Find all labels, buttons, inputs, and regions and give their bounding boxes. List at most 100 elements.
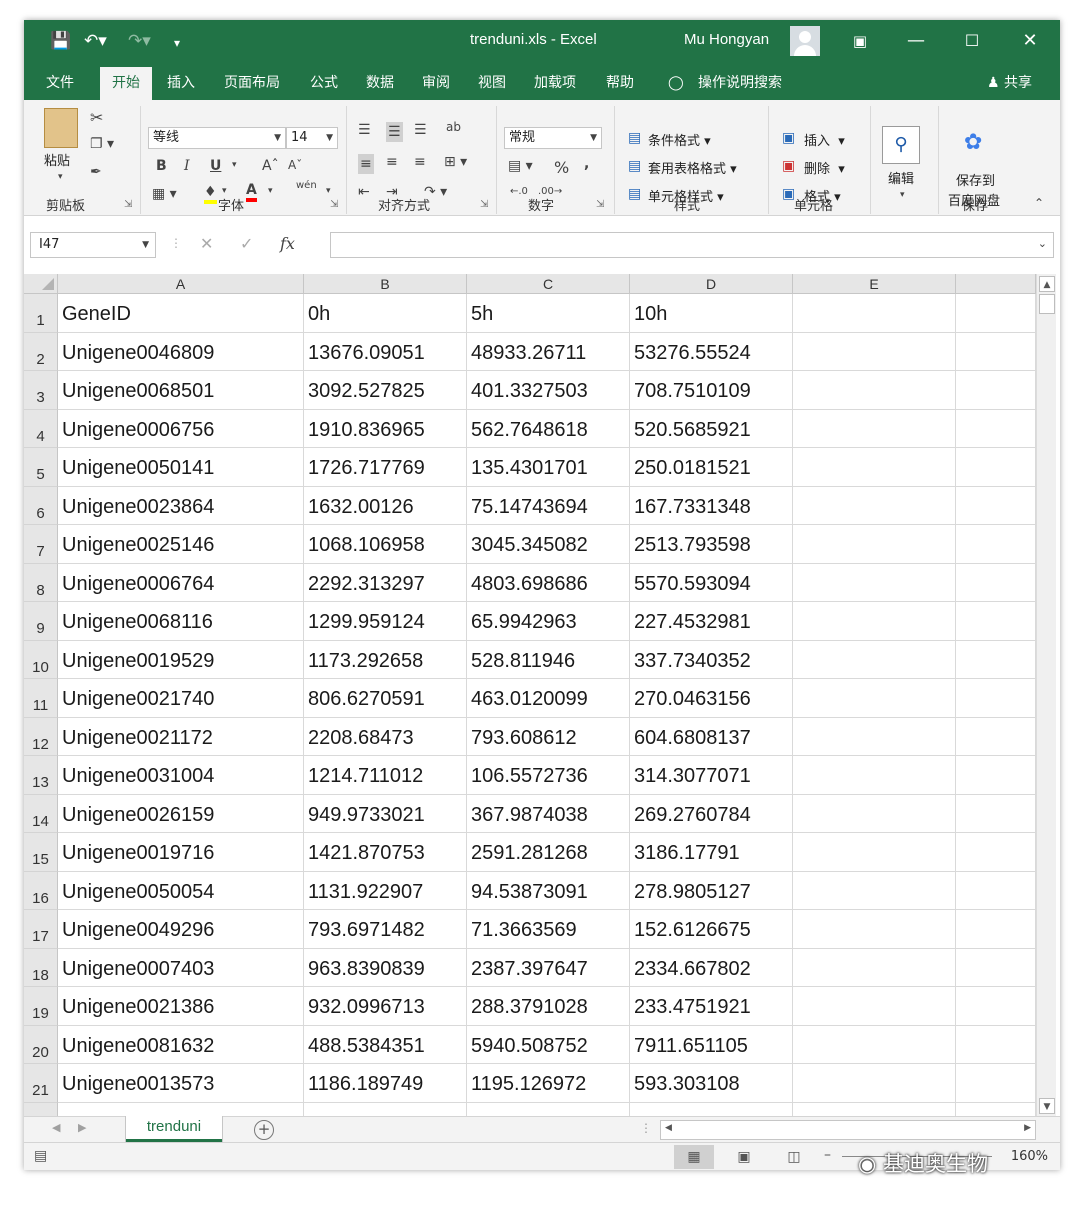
cell-d[interactable]: 2334.667802 (630, 948, 793, 987)
formula-input[interactable]: ⌄ (330, 232, 1054, 258)
cut-icon[interactable]: ✂ (90, 108, 103, 127)
cell-f[interactable] (956, 409, 1036, 448)
number-launcher-icon[interactable]: ⇲ (596, 199, 604, 210)
cell-a[interactable]: Unigene0021386 (58, 987, 304, 1026)
page-layout-view-icon[interactable]: ▣ (724, 1145, 764, 1169)
user-name[interactable]: Mu Hongyan (684, 31, 769, 48)
scroll-thumb[interactable] (1039, 294, 1055, 314)
cell-e[interactable] (793, 486, 956, 525)
cell-e[interactable] (793, 294, 956, 333)
save-to-label[interactable]: 保存到 (956, 170, 995, 189)
row-header[interactable]: 19 (24, 987, 58, 1026)
cell-b[interactable]: 1186.189749 (304, 1064, 467, 1103)
row-header[interactable]: 10 (24, 640, 58, 679)
underline-button[interactable]: U (210, 158, 221, 174)
zoom-out-icon[interactable]: – (824, 1147, 831, 1163)
insert-function-button[interactable]: fx (280, 234, 295, 253)
tab-page-layout[interactable]: 页面布局 (224, 72, 280, 92)
cell-f[interactable] (956, 987, 1036, 1026)
delete-cells-button[interactable]: 删除 ▾ (804, 158, 845, 177)
cell-e[interactable] (793, 640, 956, 679)
cell-e[interactable] (793, 794, 956, 833)
row-header[interactable]: 17 (24, 910, 58, 949)
cell-d[interactable]: 337.7340352 (630, 640, 793, 679)
column-header-e[interactable]: E (793, 274, 956, 294)
cell-b[interactable]: 1726.717769 (304, 448, 467, 487)
cell-d[interactable]: 520.5685921 (630, 409, 793, 448)
cell-a[interactable]: Unigene0026159 (58, 794, 304, 833)
add-sheet-icon[interactable]: + (254, 1120, 274, 1140)
cell-b[interactable]: 1910.836965 (304, 409, 467, 448)
cell-c[interactable]: 288.3791028 (467, 987, 630, 1026)
cell-e[interactable] (793, 679, 956, 718)
cell-d[interactable]: 53276.55524 (630, 332, 793, 371)
cell-a[interactable]: Unigene0007403 (58, 948, 304, 987)
cell-b[interactable]: 1068.106958 (304, 525, 467, 564)
align-top-icon[interactable]: ☰ (358, 122, 371, 138)
cell-f[interactable] (956, 332, 1036, 371)
increase-decimal-icon[interactable]: ←.0 (510, 186, 528, 197)
row-header[interactable]: 22 (24, 1102, 58, 1116)
merge-center-icon[interactable]: ⊞ ▾ (444, 154, 467, 170)
cell-d[interactable]: 152.6126675 (630, 910, 793, 949)
cell-f[interactable] (956, 948, 1036, 987)
cell-d[interactable] (630, 1102, 793, 1116)
cell-f[interactable] (956, 640, 1036, 679)
cell-b[interactable]: 3092.527825 (304, 371, 467, 410)
cell-f[interactable] (956, 871, 1036, 910)
select-all-button[interactable] (24, 274, 58, 294)
cell-c[interactable]: 528.811946 (467, 640, 630, 679)
tab-file[interactable]: 文件 (46, 72, 74, 92)
cell-e[interactable] (793, 371, 956, 410)
splitter-icon[interactable]: ⋮ (640, 1121, 652, 1135)
font-launcher-icon[interactable]: ⇲ (330, 199, 338, 210)
orientation-icon[interactable]: ab (446, 120, 461, 134)
tab-view[interactable]: 视图 (478, 72, 506, 92)
cell-c[interactable]: 48933.26711 (467, 332, 630, 371)
percent-button[interactable]: % (554, 158, 569, 177)
cell-f[interactable] (956, 1102, 1036, 1116)
editing-label[interactable]: 编辑 (888, 168, 914, 187)
cell-f[interactable] (956, 833, 1036, 872)
tab-home[interactable]: 开始 (100, 67, 152, 100)
cell-d[interactable]: 314.3077071 (630, 756, 793, 795)
cell-a[interactable]: Unigene0068116 (58, 602, 304, 641)
ribbon-display-options-icon[interactable]: ▣ (832, 20, 888, 62)
row-header[interactable]: 6 (24, 486, 58, 525)
cell-b[interactable]: 949.9733021 (304, 794, 467, 833)
cell-c[interactable]: 106.5572736 (467, 756, 630, 795)
cell-a[interactable]: Unigene0006756 (58, 409, 304, 448)
cell-b[interactable]: 793.6971482 (304, 910, 467, 949)
underline-dropdown-icon[interactable]: ▾ (232, 160, 237, 170)
cell-f[interactable] (956, 1025, 1036, 1064)
row-header[interactable]: 2 (24, 332, 58, 371)
sheet-prev-icon[interactable]: ◀ (52, 1121, 60, 1134)
cell-d[interactable]: 708.7510109 (630, 371, 793, 410)
tab-formulas[interactable]: 公式 (310, 72, 338, 92)
horizontal-scrollbar[interactable]: ◀ ▶ (660, 1120, 1036, 1140)
tab-data[interactable]: 数据 (366, 72, 394, 92)
sheet-next-icon[interactable]: ▶ (78, 1121, 86, 1134)
cell-a[interactable]: GeneID (58, 294, 304, 333)
customize-quick-access-icon[interactable]: ▾ (174, 32, 180, 54)
tell-me-search[interactable]: 操作说明搜索 (698, 72, 782, 92)
font-size-select[interactable]: 14 ▼ (286, 127, 338, 149)
vertical-scrollbar[interactable]: ▲ ▼ (1036, 274, 1056, 1116)
cell-d[interactable]: 278.9805127 (630, 871, 793, 910)
cell-b[interactable]: 2208.68473 (304, 717, 467, 756)
cell-a[interactable]: Unigene0019716 (58, 833, 304, 872)
maximize-button[interactable]: ☐ (944, 20, 1000, 62)
font-color-icon[interactable]: A (246, 182, 257, 202)
cell-e[interactable] (793, 448, 956, 487)
cell-d[interactable]: 10h (630, 294, 793, 333)
row-header[interactable]: 13 (24, 756, 58, 795)
cell-c[interactable]: 793.608612 (467, 717, 630, 756)
border-icon[interactable]: ▦ ▾ (152, 186, 177, 202)
increase-font-icon[interactable]: Aˆ (262, 158, 279, 174)
name-box[interactable]: I47 ▼ (30, 232, 156, 258)
cell-d[interactable]: 3186.17791 (630, 833, 793, 872)
clipboard-launcher-icon[interactable]: ⇲ (124, 199, 132, 210)
phonetic-dropdown-icon[interactable]: ▾ (326, 186, 331, 196)
sheet-tab-trenduni[interactable]: trenduni (126, 1116, 222, 1142)
cell-d[interactable]: 250.0181521 (630, 448, 793, 487)
